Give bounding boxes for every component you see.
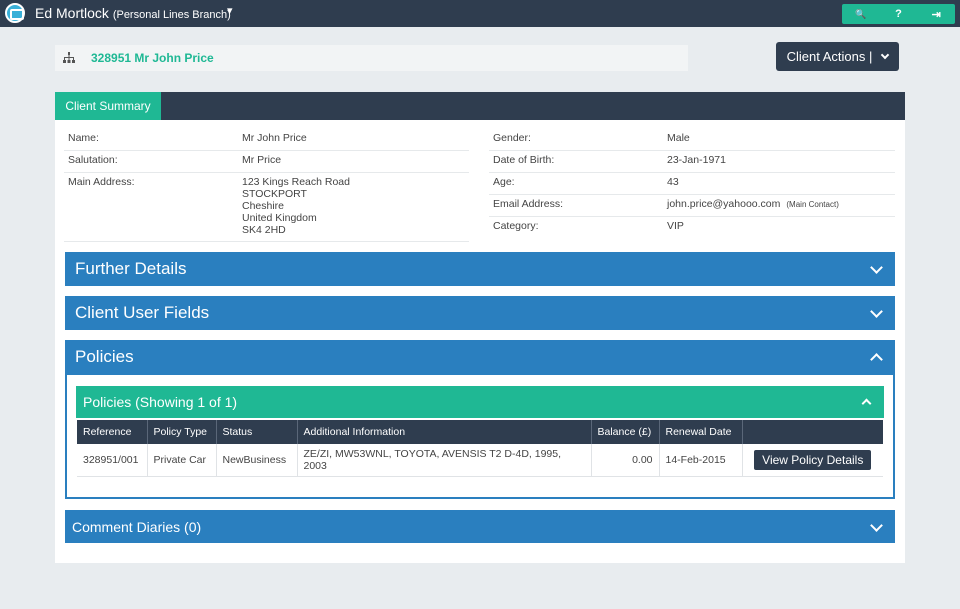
address-line: STOCKPORT — [242, 188, 307, 200]
email-label: Email Address: — [493, 198, 564, 210]
top-navbar: Ed Mortlock (Personal Lines Branch) ▾ 🔍 … — [0, 0, 960, 27]
further-details-title: Further Details — [75, 259, 187, 278]
chevron-down-icon — [870, 261, 883, 274]
chevron-down-icon — [881, 50, 890, 60]
address-line: United Kingdom — [242, 212, 317, 224]
address-row: Main Address: 123 Kings Reach Road STOCK… — [64, 176, 469, 242]
chevron-up-icon — [861, 398, 872, 409]
cell-actions: View Policy Details — [742, 444, 883, 477]
client-breadcrumb-bar: 328951 Mr John Price — [55, 45, 688, 71]
cell-balance: 0.00 — [591, 444, 660, 477]
app-logo-icon[interactable] — [5, 3, 25, 23]
comment-diaries-title: Comment Diaries (0) — [72, 519, 202, 535]
view-policy-details-button[interactable]: View Policy Details — [754, 449, 872, 470]
cell-renewal-date: 14-Feb-2015 — [659, 444, 743, 477]
client-actions-label: Client Actions | — [786, 49, 873, 64]
salutation-row: Salutation: Mr Price — [64, 154, 469, 173]
cell-status: NewBusiness — [216, 444, 298, 477]
logout-icon[interactable]: ⇥ — [917, 4, 955, 24]
user-menu[interactable]: Ed Mortlock (Personal Lines Branch) — [35, 5, 231, 21]
table-header-row: Reference Policy Type Status Additional … — [77, 420, 883, 444]
salutation-label: Salutation: — [68, 154, 118, 166]
email-value: john.price@yahooo.com (Main Contact) — [667, 198, 839, 210]
policies-subtitle: Policies (Showing 1 of 1) — [83, 394, 238, 410]
category-label: Category: — [493, 220, 539, 232]
age-row: Age: 43 — [489, 176, 895, 195]
hierarchy-icon — [63, 52, 75, 63]
age-label: Age: — [493, 176, 515, 188]
main-contact-note: (Main Contact) — [786, 200, 839, 209]
user-menu-chevron-icon[interactable]: ▾ — [227, 4, 233, 17]
category-row: Category: VIP — [489, 220, 895, 239]
client-summary-panel: Client Summary Name: Mr John Price Salut… — [55, 92, 905, 563]
chevron-up-icon — [870, 353, 883, 366]
policies-section[interactable]: Policies — [65, 340, 895, 375]
client-user-fields-title: Client User Fields — [75, 303, 210, 322]
gender-value: Male — [667, 132, 690, 144]
age-value: 43 — [667, 176, 679, 188]
comment-diaries-section[interactable]: Comment Diaries (0) — [65, 510, 895, 543]
policies-subsection-header[interactable]: Policies (Showing 1 of 1) — [76, 386, 884, 418]
tab-client-summary[interactable]: Client Summary — [55, 92, 161, 120]
email-row: Email Address: john.price@yahooo.com (Mai… — [489, 198, 895, 217]
column-header-actions — [742, 420, 883, 444]
policies-table: Reference Policy Type Status Additional … — [77, 420, 883, 477]
toolbar-button-group: 🔍 ? ⇥ — [842, 4, 955, 24]
search-icon[interactable]: 🔍 — [842, 4, 880, 24]
email-address[interactable]: john.price@yahooo.com — [667, 198, 780, 210]
column-header-balance[interactable]: Balance (£) — [591, 420, 660, 444]
name-row: Name: Mr John Price — [64, 132, 469, 151]
branch-name: (Personal Lines Branch) — [112, 9, 231, 21]
address-line: Cheshire — [242, 200, 285, 212]
dob-value: 23-Jan-1971 — [667, 154, 726, 166]
address-line: 123 Kings Reach Road — [242, 176, 350, 188]
policies-title: Policies — [75, 347, 134, 366]
address-line: SK4 2HD — [242, 224, 286, 236]
client-title[interactable]: 328951 Mr John Price — [91, 51, 214, 65]
gender-label: Gender: — [493, 132, 531, 144]
name-label: Name: — [68, 132, 99, 144]
help-icon[interactable]: ? — [880, 4, 918, 24]
cell-reference: 328951/001 — [77, 444, 148, 477]
further-details-section[interactable]: Further Details — [65, 252, 895, 286]
client-user-fields-section[interactable]: Client User Fields — [65, 296, 895, 330]
address-value: 123 Kings Reach Road STOCKPORT Cheshire … — [242, 176, 350, 236]
name-value: Mr John Price — [242, 132, 307, 144]
chevron-down-icon — [870, 519, 883, 532]
cell-policy-type: Private Car — [147, 444, 217, 477]
chevron-down-icon — [870, 305, 883, 318]
category-value: VIP — [667, 220, 684, 232]
column-header-additional-info[interactable]: Additional Information — [297, 420, 592, 444]
table-row: 328951/001 Private Car NewBusiness ZE/ZI… — [77, 444, 883, 477]
column-header-policy-type[interactable]: Policy Type — [147, 420, 217, 444]
panel-header: Client Summary — [55, 92, 905, 120]
cell-additional-info: ZE/ZI, MW53WNL, TOYOTA, AVENSIS T2 D-4D,… — [297, 444, 592, 477]
column-header-status[interactable]: Status — [216, 420, 298, 444]
address-label: Main Address: — [68, 176, 135, 188]
user-name: Ed Mortlock — [35, 5, 109, 21]
salutation-value: Mr Price — [242, 154, 282, 166]
column-header-reference[interactable]: Reference — [77, 420, 148, 444]
gender-row: Gender: Male — [489, 132, 895, 151]
client-actions-button[interactable]: Client Actions | — [776, 42, 899, 71]
dob-label: Date of Birth: — [493, 154, 555, 166]
column-header-renewal-date[interactable]: Renewal Date — [659, 420, 743, 444]
dob-row: Date of Birth: 23-Jan-1971 — [489, 154, 895, 173]
